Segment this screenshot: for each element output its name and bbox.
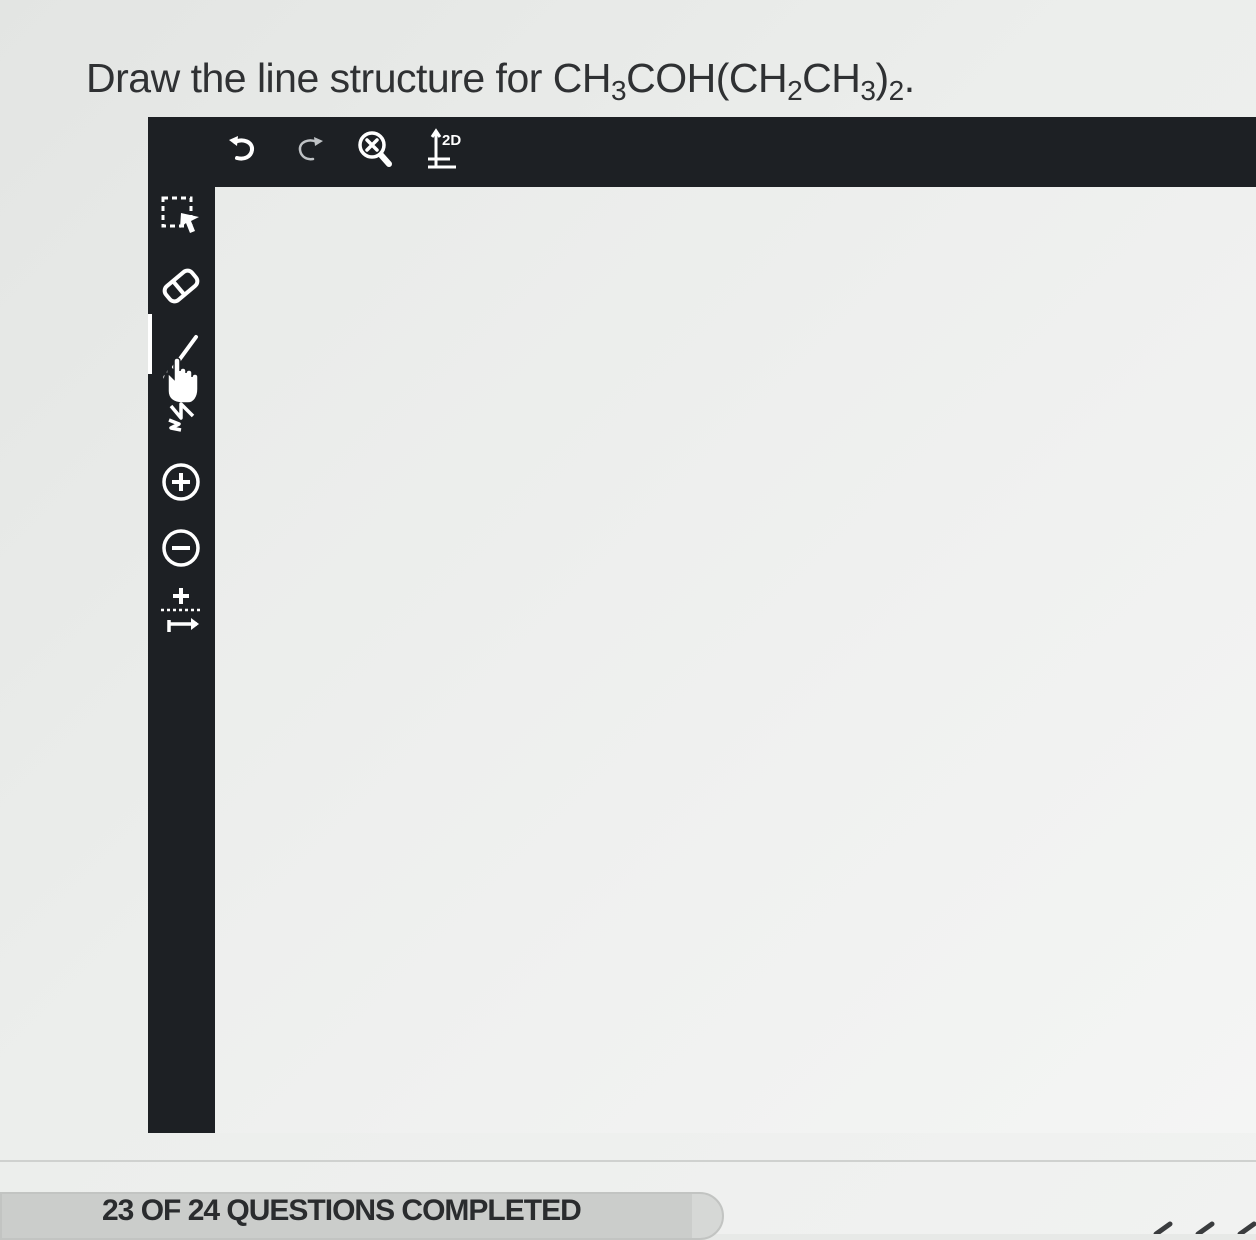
chain-tool-icon[interactable] (156, 397, 206, 433)
negative-charge-icon[interactable] (156, 523, 206, 573)
eraser-icon[interactable] (156, 261, 206, 311)
selection-tool-icon[interactable] (156, 193, 206, 237)
bond-tool-icon[interactable] (152, 327, 210, 407)
corner-decoration (1153, 1221, 1256, 1234)
page: Draw the line structure for CH3COH(CH2CH… (0, 0, 1256, 1240)
zoom-clear-icon[interactable] (350, 125, 400, 175)
footer-divider (0, 1160, 1256, 1162)
progress-label: 23 OF 24 QUESTIONS COMPLETED (102, 1194, 582, 1227)
2d-template-icon[interactable]: 2D (422, 123, 472, 179)
redo-icon[interactable] (288, 127, 332, 171)
question-prompt: Draw the line structure for CH3COH(CH2CH… (86, 55, 915, 106)
drawing-canvas[interactable] (215, 187, 1256, 1133)
positive-charge-icon[interactable] (156, 457, 206, 507)
arrow-tool-icon[interactable] (156, 583, 206, 639)
structure-editor: 2D (148, 117, 1256, 1133)
undo-icon[interactable] (220, 127, 264, 171)
2d-label: 2D (442, 132, 461, 149)
left-toolbar (148, 117, 215, 1133)
top-toolbar: 2D (148, 117, 1256, 187)
